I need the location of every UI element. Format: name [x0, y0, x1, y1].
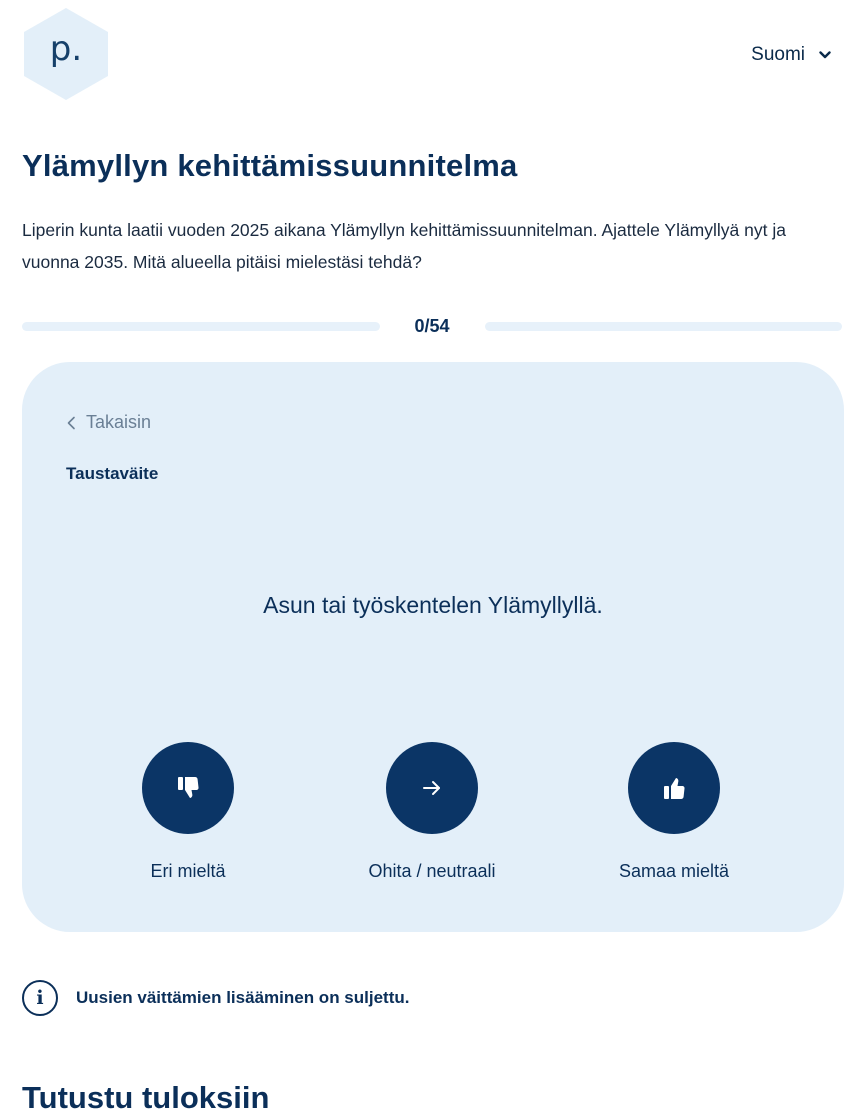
results-heading: Tutustu tuloksiin — [22, 1080, 270, 1115]
logo-letter: p. — [49, 29, 83, 69]
disagree-label: Eri mieltä — [150, 861, 226, 881]
skip-neutral-button[interactable] — [386, 742, 478, 834]
statement-text: Asun tai työskentelen Ylämyllyllä. — [263, 592, 603, 618]
progress-bar: 0/54 — [22, 316, 842, 338]
chevron-left-icon — [67, 416, 75, 429]
logo[interactable]: p. — [22, 6, 110, 102]
vote-neutral: Ohita / neutraali — [332, 742, 532, 882]
statement-kicker: Taustaväite — [66, 464, 159, 483]
language-label: Suomi — [751, 44, 805, 65]
neutral-label: Ohita / neutraali — [368, 861, 496, 881]
statement-card: Takaisin Taustaväite Asun tai työskentel… — [22, 362, 844, 932]
arrow-right-icon — [423, 781, 440, 795]
info-icon: i — [22, 980, 58, 1016]
intro-text: Liperin kunta laatii vuoden 2025 aikana … — [22, 220, 786, 272]
progress-count: 0/54 — [414, 316, 450, 336]
agree-button[interactable] — [628, 742, 720, 834]
page-title: Ylämyllyn kehittämissuunnitelma — [22, 148, 518, 183]
thumbs-up-icon — [664, 778, 685, 799]
vote-agree: Samaa mieltä — [574, 742, 774, 882]
back-button[interactable]: Takaisin — [66, 412, 151, 433]
thumbs-down-icon — [178, 777, 199, 798]
page: p. Suomi Ylämyllyn kehittämissuunnitelma… — [0, 0, 853, 1115]
closed-notice: i Uusien väittämien lisääminen on suljet… — [22, 980, 409, 1016]
progress-track-left — [22, 322, 380, 331]
progress-track-right — [485, 322, 842, 331]
disagree-button[interactable] — [142, 742, 234, 834]
notice-text: Uusien väittämien lisääminen on suljettu… — [76, 988, 410, 1007]
back-label: Takaisin — [86, 412, 152, 432]
chevron-down-icon — [819, 51, 831, 59]
language-selector[interactable]: Suomi — [751, 44, 831, 66]
vote-disagree: Eri mieltä — [88, 742, 288, 882]
agree-label: Samaa mieltä — [618, 861, 730, 881]
